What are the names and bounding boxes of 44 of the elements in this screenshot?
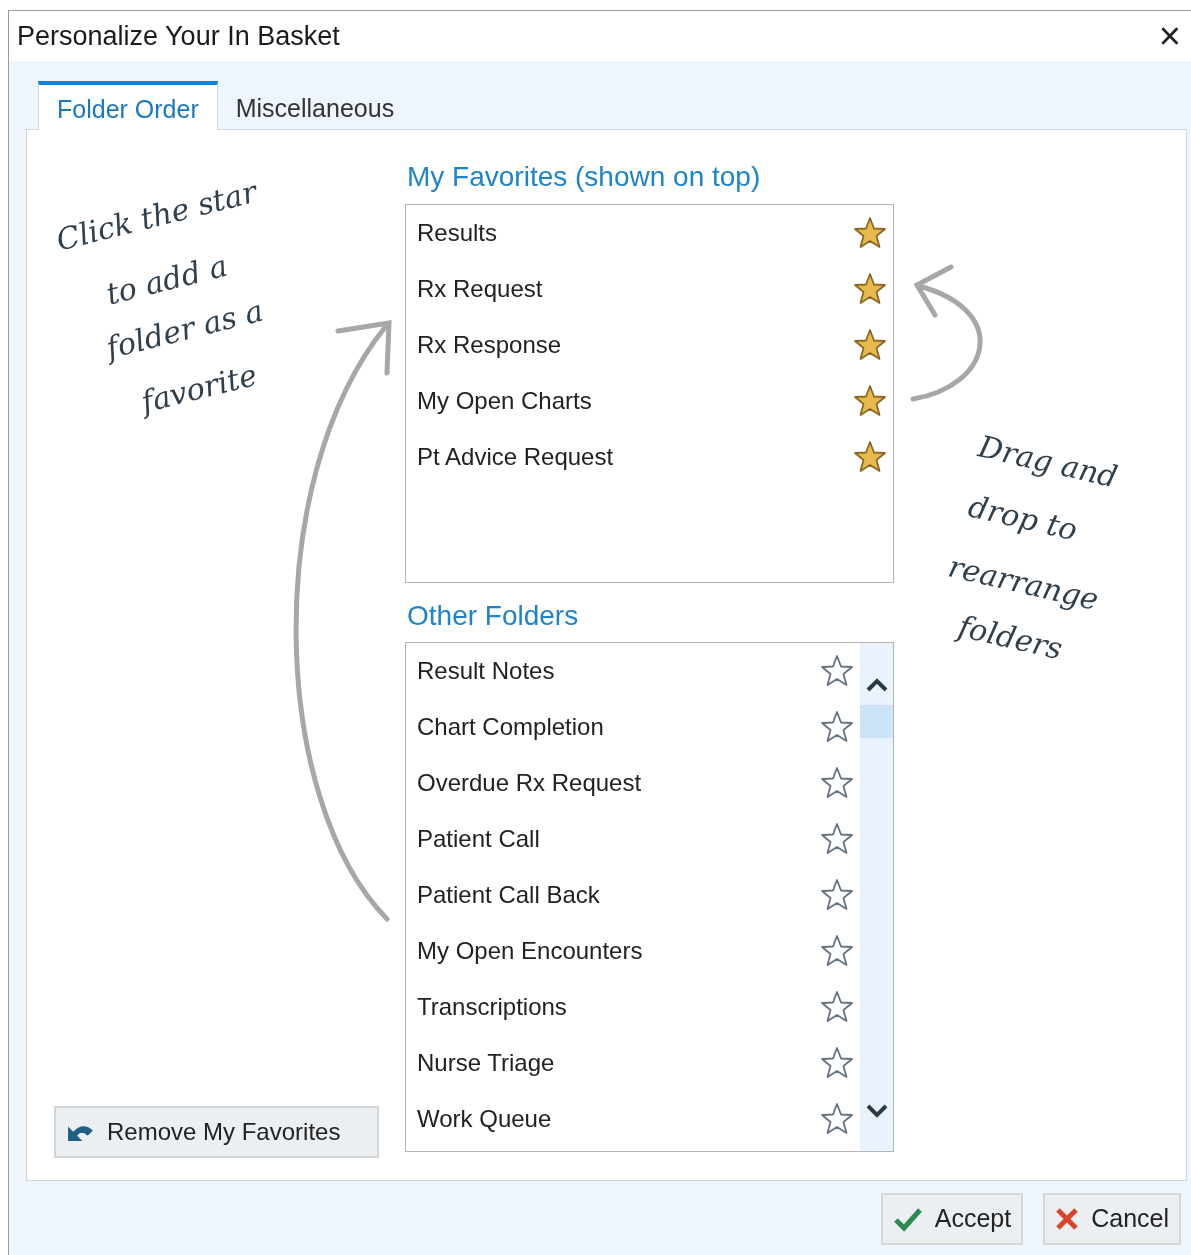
- handwritten-note: favorite: [138, 359, 260, 418]
- folder-name[interactable]: My Open Charts: [417, 382, 592, 419]
- folder-name[interactable]: Rx Request: [417, 270, 543, 307]
- filled-star-icon[interactable]: [853, 327, 887, 362]
- empty-star-icon[interactable]: [820, 822, 854, 857]
- filled-star-icon[interactable]: [853, 383, 887, 418]
- folder-name[interactable]: Overdue Rx Request: [417, 765, 642, 802]
- section-heading: My Favorites (shown on top): [407, 160, 762, 194]
- empty-star-icon[interactable]: [820, 990, 854, 1025]
- close-button[interactable]: ×: [1154, 17, 1185, 55]
- empty-star-icon[interactable]: [820, 710, 854, 745]
- folder-name[interactable]: My Open Encounters: [417, 933, 643, 970]
- filled-star-icon[interactable]: [853, 215, 887, 250]
- empty-star-icon[interactable]: [820, 878, 854, 913]
- empty-star-icon[interactable]: [820, 766, 854, 801]
- folder-name[interactable]: Patient Call Back: [417, 877, 600, 914]
- close-icon: [1055, 1206, 1080, 1231]
- empty-star-icon[interactable]: [820, 934, 854, 969]
- cancel-button[interactable]: Cancel: [1043, 1193, 1181, 1245]
- filled-star-icon[interactable]: [853, 439, 887, 474]
- filled-star-icon[interactable]: [853, 271, 887, 306]
- remove-favorites-button[interactable]: Remove My Favorites: [54, 1106, 379, 1158]
- folder-name[interactable]: Chart Completion: [417, 709, 604, 746]
- folder-name[interactable]: Patient Call: [417, 821, 540, 858]
- tab[interactable]: Folder Order: [38, 81, 218, 130]
- undo-arrow-icon: [68, 1123, 93, 1141]
- folder-name[interactable]: Rx Response: [417, 326, 562, 363]
- empty-star-icon[interactable]: [820, 654, 854, 689]
- scrollbar[interactable]: [860, 643, 893, 1152]
- empty-star-icon[interactable]: [820, 1102, 854, 1137]
- folder-name[interactable]: Work Queue: [417, 1101, 552, 1138]
- folder-name[interactable]: Pt Advice Request: [417, 438, 614, 475]
- folder-name[interactable]: Result Notes: [417, 653, 555, 690]
- scrollbar-thumb[interactable]: [860, 705, 893, 739]
- tab[interactable]: Miscellaneous: [217, 81, 413, 129]
- empty-star-icon[interactable]: [820, 1046, 854, 1081]
- handwritten-note: Drag and: [975, 431, 1121, 493]
- section-heading: Other Folders: [407, 598, 580, 633]
- window-title: Personalize Your In Basket: [17, 19, 340, 53]
- accept-button[interactable]: Accept: [880, 1193, 1024, 1245]
- handwritten-note: drop to: [965, 491, 1080, 546]
- folder-name[interactable]: Transcriptions: [417, 989, 567, 1026]
- folder-name[interactable]: Results: [417, 214, 498, 251]
- folder-name[interactable]: Nurse Triage: [417, 1045, 555, 1082]
